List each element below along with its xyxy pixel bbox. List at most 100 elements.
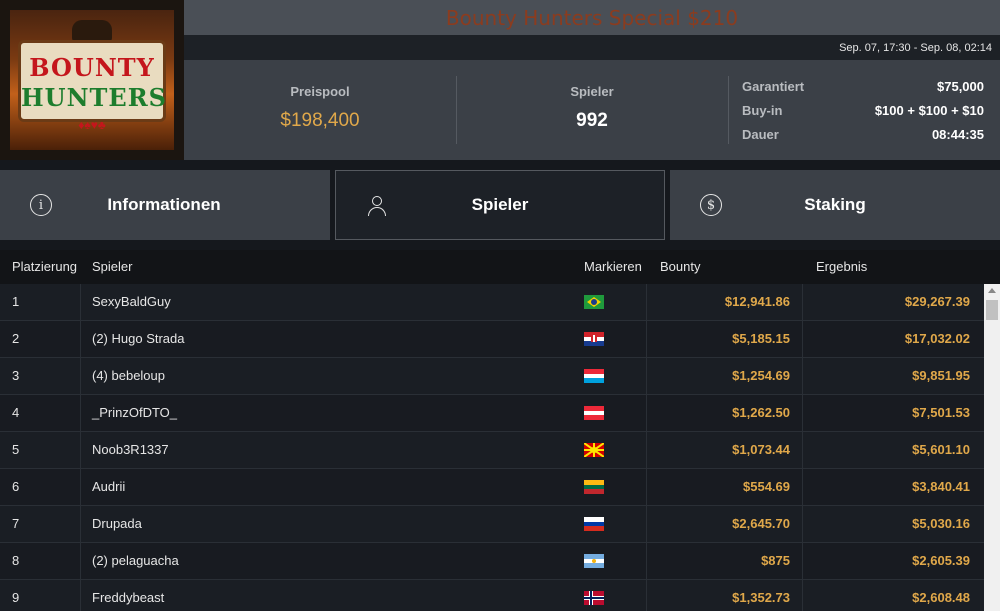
scrollbar-thumb[interactable] [986, 300, 998, 320]
header-result[interactable]: Ergebnis [816, 250, 867, 284]
logo-text-line2: HUNTERS [21, 83, 167, 112]
date-bar: Sep. 07, 17:30 - Sep. 08, 02:14 [184, 35, 1000, 60]
rank-cell: 8 [12, 553, 20, 568]
player-name-cell[interactable]: _PrinzOfDTO_ [92, 395, 572, 431]
column-divider [646, 432, 647, 468]
column-divider [80, 358, 81, 394]
player-name-cell[interactable]: Freddybeast [92, 580, 572, 611]
date-range: Sep. 07, 17:30 - Sep. 08, 02:14 [839, 41, 992, 54]
column-divider [80, 469, 81, 505]
tab-spieler[interactable]: Spieler [335, 170, 665, 240]
table-row[interactable]: 5 Noob3R1337 $1,073.44 $5,601.10 [0, 432, 984, 469]
column-divider [80, 432, 81, 468]
table-row[interactable]: 4 _PrinzOfDTO_ $1,262.50 $7,501.53 [0, 395, 984, 432]
column-divider [646, 469, 647, 505]
detail-guaranteed: Garantiert $75,000 [742, 74, 984, 98]
column-divider [646, 358, 647, 394]
rank-cell: 9 [12, 590, 20, 605]
bounty-cell: $875 [761, 553, 790, 568]
rank-cell: 5 [12, 442, 20, 457]
table-row[interactable]: 6 Audrii $554.69 $3,840.41 [0, 469, 984, 506]
column-divider [802, 284, 803, 320]
lithuania-flag-icon [584, 480, 604, 494]
result-cell: $9,851.95 [912, 368, 970, 383]
header-flag[interactable]: Markieren [584, 250, 642, 284]
column-divider [802, 432, 803, 468]
table-row[interactable]: 9 Freddybeast $1,352.73 $2,608.48 [0, 580, 984, 611]
rank-cell: 7 [12, 516, 20, 531]
column-divider [646, 395, 647, 431]
table-row[interactable]: 8 (2) pelaguacha $875 $2,605.39 [0, 543, 984, 580]
detail-value: $75,000 [937, 78, 984, 94]
column-divider [80, 321, 81, 357]
column-divider [646, 321, 647, 357]
result-cell: $5,601.10 [912, 442, 970, 457]
player-name-cell[interactable]: Drupada [92, 506, 572, 542]
rank-cell: 2 [12, 331, 20, 346]
detail-key: Dauer [742, 126, 779, 142]
tab-informationen[interactable]: i Informationen [0, 170, 330, 240]
player-name-cell[interactable]: Audrii [92, 469, 572, 505]
column-divider [80, 395, 81, 431]
prizepool-stat: Preispool $198,400 [184, 60, 456, 160]
rank-cell: 4 [12, 405, 20, 420]
player-name-cell[interactable]: SexyBaldGuy [92, 284, 572, 320]
austria-flag-icon [584, 406, 604, 420]
logo-text-line1: BOUNTY [29, 53, 155, 82]
detail-buyin: Buy-in $100 + $100 + $10 [742, 98, 984, 122]
column-divider [802, 580, 803, 611]
tab-bar: i Informationen Spieler $ Staking [0, 170, 1000, 240]
table-header: Platzierung Spieler Markieren Bounty Erg… [0, 250, 1000, 284]
luxembourg-flag-icon [584, 369, 604, 383]
scroll-up-arrow-icon[interactable] [988, 288, 996, 293]
header-player[interactable]: Spieler [92, 250, 132, 284]
tournament-title: Bounty Hunters Special $210 [445, 5, 739, 30]
rank-cell: 1 [12, 294, 20, 309]
bounty-cell: $1,254.69 [732, 368, 790, 383]
table-row[interactable]: 1 SexyBaldGuy $12,941.86 $29,267.39 [0, 284, 984, 321]
bounty-cell: $12,941.86 [724, 294, 790, 309]
column-divider [80, 543, 81, 579]
players-value: 992 [576, 110, 608, 131]
detail-key: Garantiert [742, 78, 805, 94]
table-row[interactable]: 2 (2) Hugo Strada $5,185.15 $17,032.02 [0, 321, 984, 358]
player-name-cell[interactable]: (4) bebeloup [92, 358, 572, 394]
column-divider [80, 506, 81, 542]
tournament-details: Garantiert $75,000 Buy-in $100 + $100 + … [742, 74, 984, 146]
result-cell: $2,608.48 [912, 590, 970, 605]
column-divider [802, 395, 803, 431]
cowboy-hat-icon [72, 20, 112, 42]
bounty-cell: $1,262.50 [732, 405, 790, 420]
player-name-cell[interactable]: (2) pelaguacha [92, 543, 572, 579]
header-bounty[interactable]: Bounty [660, 250, 700, 284]
result-cell: $2,605.39 [912, 553, 970, 568]
table-row[interactable]: 7 Drupada $2,645.70 $5,030.16 [0, 506, 984, 543]
stats-divider [728, 76, 729, 144]
card-suits-icon: ♦♠♥♣ [78, 118, 106, 132]
column-divider [802, 358, 803, 394]
header-rank[interactable]: Platzierung [12, 250, 77, 284]
russia-flag-icon [584, 517, 604, 531]
player-name-cell[interactable]: (2) Hugo Strada [92, 321, 572, 357]
brazil-flag-icon [584, 295, 604, 309]
north-macedonia-flag-icon [584, 443, 604, 457]
argentina-flag-icon [584, 554, 604, 568]
vertical-scrollbar[interactable] [984, 284, 1000, 611]
detail-value: 08:44:35 [931, 126, 984, 142]
prizepool-label: Preispool [290, 84, 350, 99]
column-divider [646, 580, 647, 611]
result-cell: $5,030.16 [912, 516, 970, 531]
logo-sign: BOUNTY HUNTERS [18, 40, 166, 122]
table-row[interactable]: 3 (4) bebeloup $1,254.69 $9,851.95 [0, 358, 984, 395]
player-name-cell[interactable]: Noob3R1337 [92, 432, 572, 468]
tab-label: Staking [804, 195, 866, 214]
column-divider [802, 321, 803, 357]
prizepool-value: $198,400 [280, 110, 360, 131]
column-divider [646, 543, 647, 579]
stats-panel: Preispool $198,400 Spieler 992 Garantier… [184, 60, 1000, 160]
result-cell: $3,840.41 [912, 479, 970, 494]
column-divider [80, 284, 81, 320]
tab-staking[interactable]: $ Staking [670, 170, 1000, 240]
rank-cell: 3 [12, 368, 20, 383]
tournament-logo: BOUNTY HUNTERS ♦♠♥♣ [0, 0, 184, 160]
